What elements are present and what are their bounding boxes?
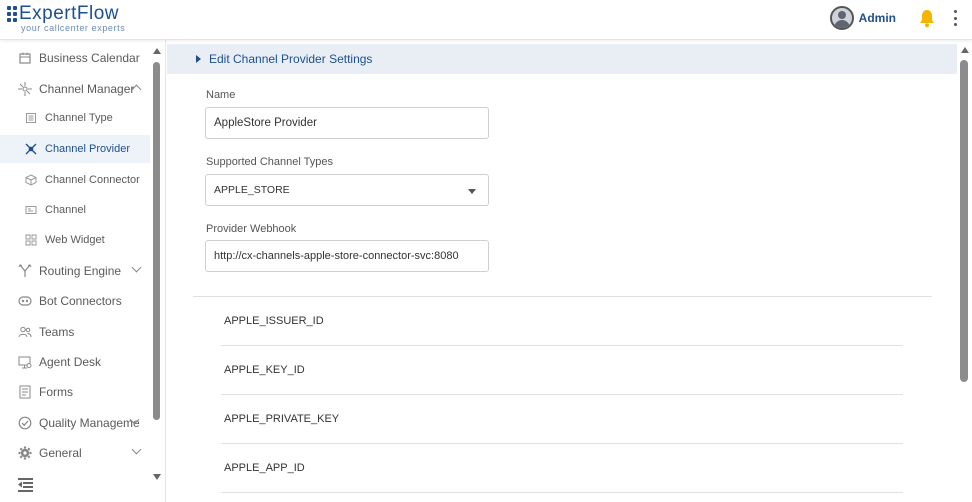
logo-tagline: your callcenter experts: [21, 23, 126, 33]
main-scroll-thumb[interactable]: [960, 60, 968, 382]
sidebar-item-routing-engine[interactable]: Routing Engine: [0, 257, 150, 285]
supported-channel-types-value: APPLE_STORE: [214, 184, 290, 196]
chevron-down-icon: [131, 262, 142, 273]
sidebar-item-label: Channel Type: [45, 112, 113, 124]
scroll-up-arrow-icon[interactable]: [961, 47, 969, 53]
key-row-apple-key-id[interactable]: APPLE_KEY_ID: [221, 346, 903, 395]
sidebar-item-bot-connectors[interactable]: Bot Connectors: [0, 287, 150, 315]
key-label: APPLE_KEY_ID: [224, 364, 305, 376]
sidebar-item-business-calendar[interactable]: Business Calendar: [0, 44, 150, 72]
sidebar: Business Calendar Channel Manager Channe…: [0, 40, 166, 502]
channel-type-icon: [24, 111, 38, 125]
sidebar-item-label: Web Widget: [45, 234, 105, 246]
chevron-down-icon: [131, 444, 142, 455]
sidebar-item-channel-provider[interactable]: Channel Provider: [0, 135, 150, 163]
bot-icon: [18, 294, 32, 308]
web-widget-icon: [24, 233, 38, 247]
key-row-apple-app-id[interactable]: APPLE_APP_ID: [221, 444, 903, 493]
sidebar-item-label: Forms: [39, 385, 73, 399]
sidebar-item-channel-type[interactable]: Channel Type: [0, 104, 150, 132]
forms-icon: [18, 385, 32, 399]
sidebar-item-label: Routing Engine: [39, 264, 122, 278]
provider-webhook-label: Provider Webhook: [206, 223, 297, 235]
collapse-sidebar-icon[interactable]: [18, 477, 33, 493]
main-scrollbar[interactable]: [958, 40, 972, 502]
sidebar-scroll-thumb[interactable]: [153, 62, 160, 420]
key-label: APPLE_ISSUER_ID: [224, 315, 324, 327]
dropdown-arrow-icon: [468, 189, 476, 194]
sidebar-item-channel-connector[interactable]: Channel Connector: [0, 166, 150, 194]
sidebar-item-label: Channel Manager: [39, 82, 135, 96]
name-label: Name: [206, 89, 236, 101]
name-input[interactable]: AppleStore Provider: [205, 107, 489, 139]
channel-icon: [24, 203, 38, 217]
logo-text: ExpertFlow: [19, 3, 120, 24]
channel-connector-icon: [24, 173, 38, 187]
sidebar-item-agent-desk[interactable]: Agent Desk: [0, 348, 150, 376]
logo-grid-icon: [7, 6, 17, 22]
calendar-icon: [18, 51, 32, 65]
channel-provider-icon: [24, 142, 38, 156]
sidebar-item-label: Bot Connectors: [39, 294, 122, 308]
sidebar-item-channel-manager[interactable]: Channel Manager: [0, 75, 150, 103]
sidebar-item-label: Teams: [39, 325, 75, 339]
key-row-apple-private-key[interactable]: APPLE_PRIVATE_KEY: [221, 395, 903, 444]
sidebar-item-teams[interactable]: Teams: [0, 318, 150, 346]
key-label: APPLE_APP_ID: [224, 462, 305, 474]
sidebar-item-label: General: [39, 446, 82, 460]
sidebar-item-channel[interactable]: Channel: [0, 196, 150, 224]
supported-channel-types-select[interactable]: APPLE_STORE: [205, 174, 489, 206]
top-header: ExpertFlow your callcenter experts Admin: [0, 0, 972, 40]
user-name[interactable]: Admin: [859, 11, 896, 25]
gear-icon: [18, 446, 32, 460]
supported-channel-types-label: Supported Channel Types: [206, 156, 333, 168]
sidebar-item-label: Channel Provider: [45, 143, 130, 155]
caret-right-icon: [196, 55, 201, 63]
avatar-icon[interactable]: [829, 6, 854, 30]
sidebar-item-label: Channel Connector: [45, 174, 140, 186]
key-label: APPLE_PRIVATE_KEY: [224, 413, 340, 425]
sidebar-item-label: Quality Manageme: [39, 416, 140, 430]
section-header-edit-channel-provider[interactable]: Edit Channel Provider Settings: [167, 44, 957, 74]
channel-manager-icon: [18, 82, 32, 96]
sidebar-item-label: Agent Desk: [39, 355, 102, 369]
sidebar-item-general[interactable]: General: [0, 439, 150, 467]
scroll-up-arrow-icon[interactable]: [153, 48, 161, 54]
main-content: Edit Channel Provider Settings Name Appl…: [167, 40, 957, 502]
quality-icon: [18, 416, 32, 430]
routing-engine-icon: [18, 264, 32, 278]
expertflow-logo[interactable]: ExpertFlow your callcenter experts: [7, 4, 125, 33]
teams-icon: [18, 325, 32, 339]
sidebar-item-label: Channel: [45, 204, 86, 216]
scroll-down-arrow-icon[interactable]: [153, 474, 161, 480]
key-row-apple-issuer-id[interactable]: APPLE_ISSUER_ID: [221, 297, 903, 346]
bell-icon[interactable]: [918, 8, 936, 28]
sidebar-item-quality-management[interactable]: Quality Manageme: [0, 409, 150, 437]
section-title: Edit Channel Provider Settings: [209, 52, 373, 66]
sidebar-item-forms[interactable]: Forms: [0, 378, 150, 406]
sidebar-item-label: Business Calendar: [39, 51, 140, 65]
kebab-menu-icon[interactable]: [950, 10, 960, 26]
sidebar-item-web-widget[interactable]: Web Widget: [0, 226, 150, 254]
sidebar-scrollbar[interactable]: [152, 48, 161, 480]
provider-webhook-input[interactable]: http://cx-channels-apple-store-connector…: [205, 240, 489, 272]
agent-desk-icon: [18, 355, 32, 369]
